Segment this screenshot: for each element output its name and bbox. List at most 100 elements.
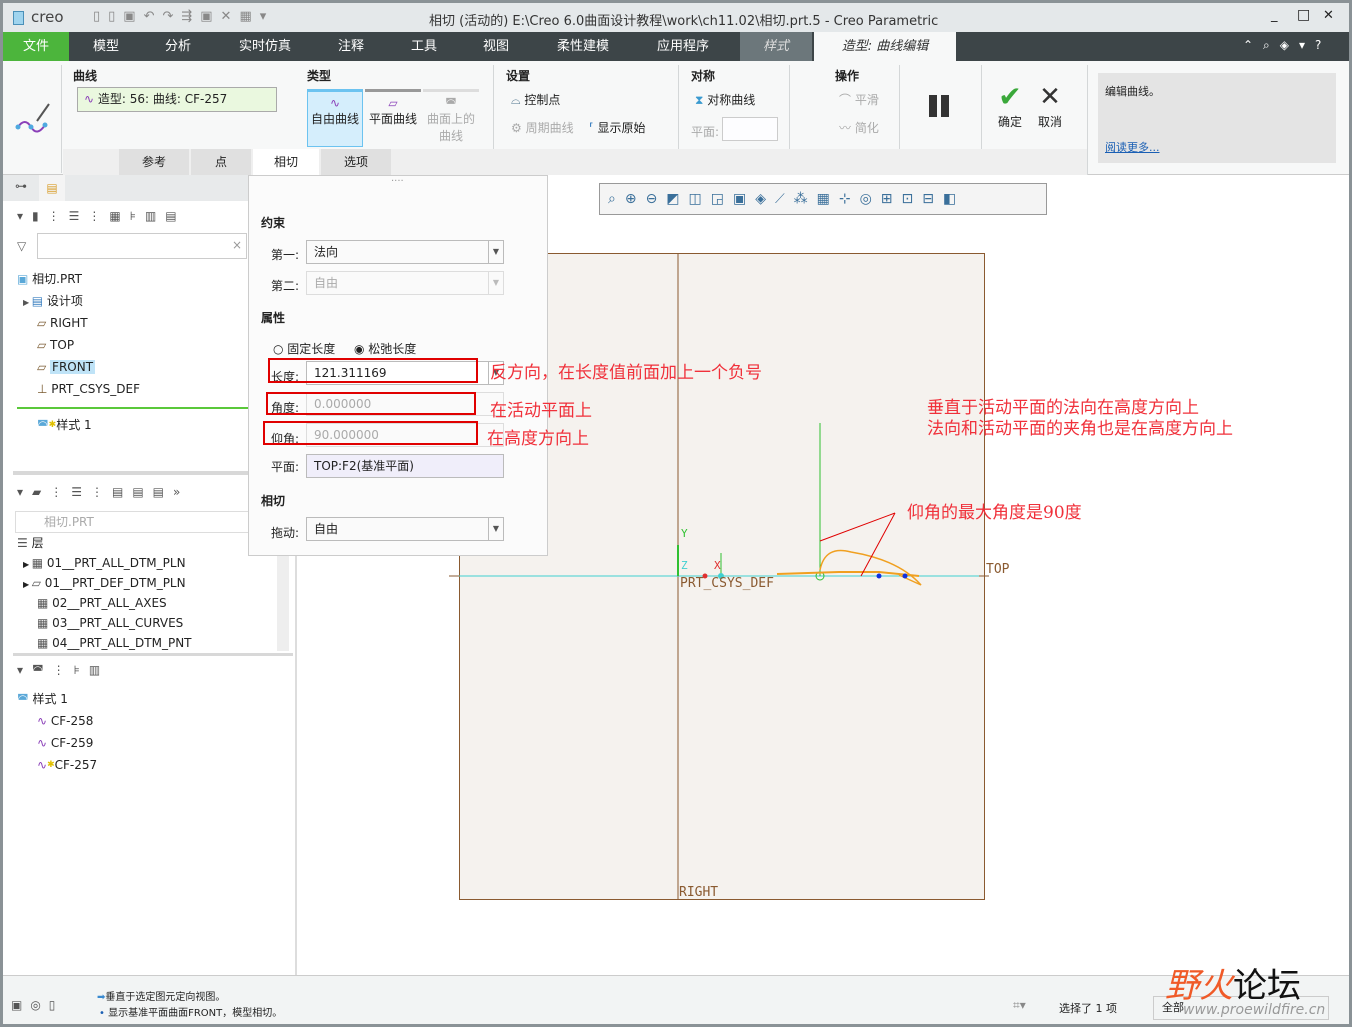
curve-cf-258 [819,549,922,586]
layer-item[interactable]: ▦ 02__PRT_ALL_AXES [37,593,167,613]
style-curve-item[interactable]: ∿✱CF-257 [37,755,97,775]
tab-tangent[interactable]: 相切 [253,149,319,175]
maximize-button[interactable]: □ [1297,7,1310,23]
curve-icon: ∿ [37,758,48,772]
layer-toolbar[interactable]: ▾▰⋮☰⋮▤▤▤» [17,485,189,499]
model-tree-toolbar[interactable]: ▾▮⋮☰⋮▦⊧▥▤ [17,209,186,223]
tab-strip: 参考 点 相切 选项 [63,149,1087,175]
menu-style[interactable]: 样式 [740,32,812,61]
free-curve-button[interactable]: ∿ 自由曲线 [307,89,363,147]
layer-model-selector[interactable]: 相切.PRT [15,511,251,533]
cancel-button[interactable]: ✕ 取消 [1035,81,1065,130]
layer-item[interactable]: ▦ 04__PRT_ALL_DTM_PNT [37,633,192,653]
tree-item-style[interactable]: ◚✱样式 1 [37,415,92,435]
navigator-tabs: ⊶ ▤ [3,175,248,201]
find-icon[interactable]: ⌗▾ [1013,998,1026,1013]
annotation-leader [860,512,896,577]
curve-on-surface-button[interactable]: ◚ 曲面上的曲线 [423,89,479,147]
tree-search-input[interactable]: × [37,233,247,259]
quick-access-toolbar[interactable]: ▯▯▣↶↷⇶▣✕▦▾ [93,9,274,24]
chevron-down-icon: ▼ [488,241,503,263]
smooth-button[interactable]: ⌒ 平滑 [839,91,879,108]
style-tree-toolbar[interactable]: ▾◚⋮⊧▥ [17,663,109,677]
pause-icon[interactable] [929,95,937,117]
first-constraint-select[interactable]: 法向 ▼ [306,240,504,264]
menu-view[interactable]: 视图 [463,32,529,61]
layer-scrollbar[interactable] [277,555,289,651]
annotation-height: 在高度方向上 [487,429,589,449]
periodic-label: 周期曲线 [525,121,574,135]
layers-root[interactable]: ☰ 层 [17,533,44,553]
menu-applications[interactable]: 应用程序 [643,32,723,61]
show-original-button[interactable]: ⸢ 显示原始 [589,119,646,136]
design-items-icon: ▤ [31,294,47,308]
layer-item[interactable]: ▶ ▱ 01__PRT_DEF_DTM_PLN [23,573,186,593]
periodic-icon: ⚙ [511,121,526,135]
tab-options[interactable]: 选项 [321,149,391,175]
minimize-button[interactable]: _ [1271,8,1278,23]
read-more-link[interactable]: 阅读更多... [1105,139,1160,155]
simplify-button[interactable]: 〰 简化 [839,119,879,136]
tree-item-front[interactable]: ▱ FRONT [37,357,96,377]
relaxed-length-radio[interactable]: ◉ 松弛长度 [354,340,416,357]
elevation-highlight [263,421,478,445]
menu-annotate[interactable]: 注释 [318,32,384,61]
tree-item-csys[interactable]: ⊥ PRT_CSYS_DEF [37,379,140,399]
menu-flexible-modeling[interactable]: 柔性建模 [543,32,623,61]
ribbon-controls[interactable]: ⌃⌕◈▾? [1243,38,1331,53]
layer-item[interactable]: ▶ ▦ 01__PRT_ALL_DTM_PLN [23,553,186,573]
clear-search-icon[interactable]: × [232,238,242,252]
curve-collector[interactable]: ∿ 造型: 56: 曲线: CF-257 [77,87,277,112]
style-tree-root[interactable]: ◚ 样式 1 [17,689,68,709]
fixed-length-radio[interactable]: ○ 固定长度 [273,340,335,357]
menu-model[interactable]: 模型 [73,32,139,61]
drag-handle[interactable]: ···· [391,176,404,187]
insert-here-marker[interactable] [17,407,249,409]
control-points-icon: ⌓ [511,93,525,107]
tree-item-part[interactable]: ▣ 相切.PRT [17,269,82,289]
close-button[interactable]: ✕ [1323,8,1334,23]
periodic-curve-button[interactable]: ⚙ 周期曲线 [511,119,574,136]
tree-item-top[interactable]: ▱ TOP [37,335,74,355]
tree-item-right[interactable]: ▱ RIGHT [37,313,88,333]
plane-collector[interactable]: TOP:F2(基准平面) [306,454,504,478]
chevron-down-icon: ▼ [488,272,503,294]
layer-item[interactable]: ▦ 03__PRT_ALL_CURVES [37,613,183,633]
control-points-button[interactable]: ⌓ 控制点 [511,91,560,108]
tab-references[interactable]: 参考 [119,149,189,175]
properties-title: 属性 [261,311,286,325]
menu-simulation[interactable]: 实时仿真 [225,32,305,61]
menu-analysis[interactable]: 分析 [145,32,211,61]
menu-file[interactable]: 文件 [3,32,69,61]
plane-value: TOP:F2(基准平面) [314,459,414,473]
panel-splitter[interactable] [13,653,293,656]
tree-label: 样式 1 [56,418,92,432]
status-toggle-icons[interactable]: ▣◎▯ [11,998,63,1012]
symmetry-plane-field[interactable] [722,117,778,141]
menu-curve-edit[interactable]: 造型: 曲线编辑 [814,32,956,61]
selection-count: 选择了 1 项 [1059,1002,1117,1015]
ok-button[interactable]: ✔ 确定 [995,81,1025,130]
planar-curve-button[interactable]: ▱ 平面曲线 [365,89,421,147]
tab-points[interactable]: 点 [191,149,251,175]
pause-icon-bar[interactable] [941,95,949,117]
creo-window: creo ▯▯▣↶↷⇶▣✕▦▾ 相切 (活动的) E:\Creo 6.0曲面设计… [3,3,1349,1024]
simplify-icon: 〰 [839,121,855,135]
chevron-down-icon: ▼ [488,518,503,540]
folder-browser-tab-icon[interactable]: ▤ [39,175,65,201]
style-curve-item[interactable]: ∿ CF-259 [37,733,93,753]
menu-bar: 文件 模型 分析 实时仿真 注释 工具 视图 柔性建模 应用程序 样式 造型: … [3,32,1349,61]
smooth-icon: ⌒ [839,93,855,107]
menu-tools[interactable]: 工具 [391,32,457,61]
model-tree-tab-icon[interactable]: ⊶ [15,179,27,193]
symmetric-curve-button[interactable]: ⧗ 对称曲线 [695,91,755,108]
second-constraint-select[interactable]: 自由 ▼ [306,271,504,295]
drag-select[interactable]: 自由 ▼ [306,517,504,541]
tree-item-design-items[interactable]: ▶ ▤ 设计项 [23,291,83,311]
layer-icon: ▦ [31,556,47,570]
constraint-title: 约束 [261,216,286,230]
style-curve-item[interactable]: ∿ CF-258 [37,711,93,731]
second-value: 自由 [314,276,339,290]
tree-label: 01__PRT_ALL_DTM_PLN [46,556,186,570]
panel-splitter[interactable] [13,471,253,475]
